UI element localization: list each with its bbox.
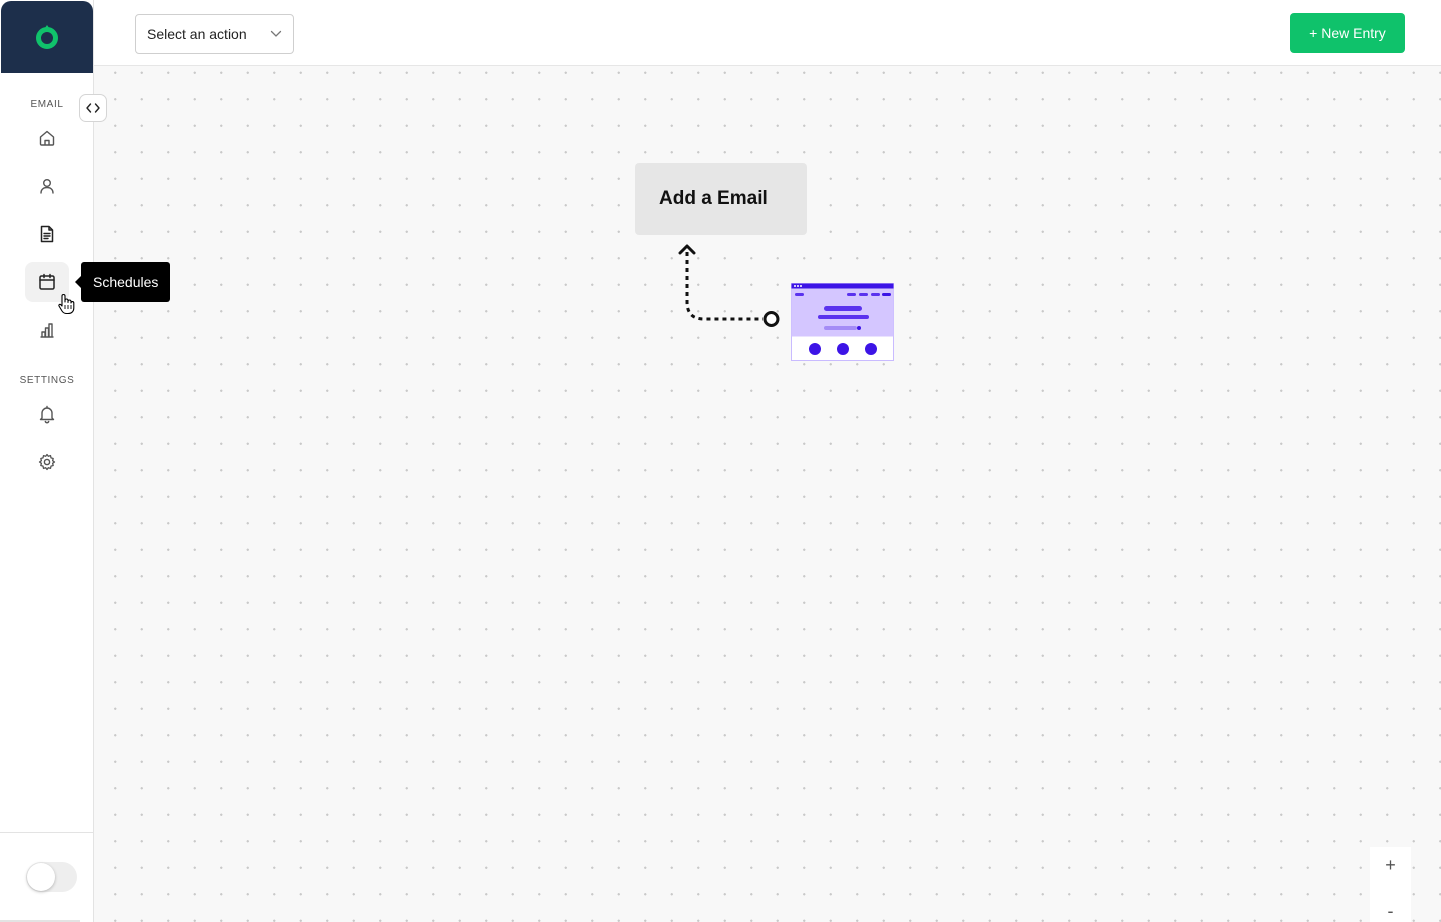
zoom-in-button[interactable]: +: [1370, 855, 1411, 876]
gear-icon: [38, 453, 56, 471]
action-select[interactable]: Select an action: [135, 14, 294, 54]
logo[interactable]: [1, 1, 93, 73]
sidebar: EMAIL SETTINGS Schedules: [0, 0, 171, 922]
sidebar-item-documents[interactable]: [25, 214, 69, 254]
document-icon: [40, 225, 54, 243]
sidebar-footer: [0, 832, 94, 922]
sidebar-item-analytics[interactable]: [25, 310, 69, 350]
sidebar-item-users[interactable]: [25, 166, 69, 206]
brand-logo-icon: [36, 25, 58, 49]
hand-cursor-icon: [58, 294, 75, 315]
bell-icon: [39, 405, 55, 424]
sidebar-item-settings[interactable]: [25, 442, 69, 482]
code-brackets-icon: [86, 103, 100, 113]
user-icon: [40, 179, 54, 194]
theme-toggle[interactable]: [26, 862, 77, 892]
tooltip-schedules: Schedules: [74, 262, 171, 302]
bar-chart-icon: [40, 323, 54, 338]
zoom-controls: + -: [1370, 847, 1411, 922]
sidebar-item-notifications[interactable]: [25, 394, 69, 434]
section-label-settings: SETTINGS: [19, 375, 75, 386]
email-template-illustration: [791, 283, 894, 361]
top-bar: Select an action + New Entry: [94, 0, 1441, 66]
action-select-value: Select an action: [147, 26, 247, 42]
dashed-arrow-icon: [678, 244, 780, 327]
home-icon: [39, 130, 55, 146]
collapse-sidebar-button[interactable]: [79, 94, 107, 122]
sidebar-item-home[interactable]: [25, 118, 69, 158]
chevron-down-icon: [270, 30, 282, 37]
calendar-icon: [39, 273, 55, 290]
add-email-node[interactable]: Add a Email: [635, 163, 807, 235]
new-entry-button[interactable]: + New Entry: [1290, 13, 1405, 53]
zoom-out-button[interactable]: -: [1370, 901, 1411, 922]
toggle-knob: [27, 863, 55, 891]
